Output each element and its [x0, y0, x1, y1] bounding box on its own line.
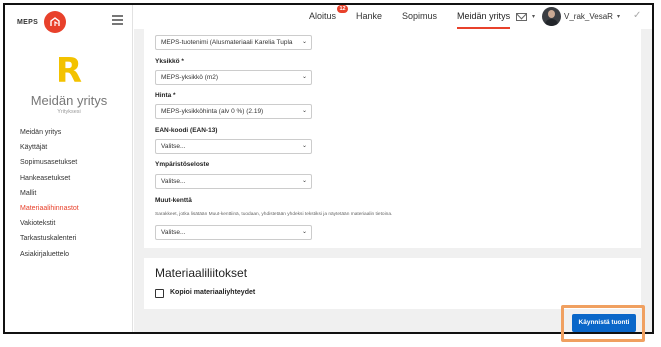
unit-label: Yksikkö *: [155, 58, 184, 65]
tab-sopimus[interactable]: Sopimus: [402, 5, 437, 29]
chevron-down-icon: ⌄: [301, 178, 307, 184]
mail-icon[interactable]: [516, 13, 527, 21]
username[interactable]: V_rak_VesaR: [564, 12, 613, 21]
column-mapping-card: MEPS-tuotenimi (Alusmateriaali Karelia T…: [144, 29, 641, 248]
environment-value: Valitse...: [161, 178, 186, 185]
attachments-card: Materiaaliliitokset Kopioi materiaaliyht…: [144, 258, 641, 309]
user-menu-chevron-icon[interactable]: ▾: [617, 13, 620, 20]
notification-badge: 12: [337, 5, 349, 13]
ean-select[interactable]: Valitse... ⌄: [155, 139, 312, 154]
top-nav: Aloitus 12 Hanke Sopimus Meidän yritys: [309, 5, 530, 29]
ean-label: EAN-koodi (EAN-13): [155, 127, 218, 134]
environment-label: Ympäristöseloste: [155, 161, 210, 168]
sidebar-item-asiakirjaluettelo[interactable]: Asiakirjaluettelo: [20, 247, 79, 262]
price-select[interactable]: MEPS-yksikköhinta (alv 0 %) (2.19) ⌄: [155, 104, 312, 119]
logo-icon: [44, 11, 67, 33]
tab-aloitus-label: Aloitus: [309, 11, 337, 21]
tab-meidan-yritys[interactable]: Meidän yritys: [457, 5, 511, 29]
custom-field-label: Muut-kenttä: [155, 197, 192, 204]
sidebar-item-mallit[interactable]: Mallit: [20, 186, 79, 201]
unit-select[interactable]: MEPS-yksikkö (m2) ⌄: [155, 70, 312, 85]
sidebar-item-sopimusasetukset[interactable]: Sopimusasetukset: [20, 155, 79, 170]
sidebar-item-kayttajat[interactable]: Käyttäjät: [20, 140, 79, 155]
mail-dropdown-chevron-icon[interactable]: ▾: [532, 13, 535, 20]
custom-field-value: Valitse...: [161, 229, 186, 236]
sidebar-item-vakiotekstit[interactable]: Vakiotekstit: [20, 216, 79, 231]
company-name: Meidän yritys: [30, 93, 108, 108]
product-name-select[interactable]: MEPS-tuotenimi (Alusmateriaali Karelia T…: [155, 35, 312, 50]
chevron-down-icon: ⌄: [301, 39, 307, 45]
unit-value: MEPS-yksikkö (m2): [161, 74, 219, 81]
main-content: MEPS-tuotenimi (Alusmateriaali Karelia T…: [134, 29, 652, 332]
chevron-down-icon: ⌄: [301, 74, 307, 80]
sidebar-item-hankeasetukset[interactable]: Hankeasetukset: [20, 171, 79, 186]
top-bar: Aloitus 12 Hanke Sopimus Meidän yritys ▾…: [133, 5, 652, 29]
sidebar-item-meidan-yritys[interactable]: Meidän yritys: [20, 125, 79, 140]
custom-field-hint: Sarakkeet, jotka lisätään Muut-kenttiinä…: [155, 212, 393, 217]
tab-aloitus[interactable]: Aloitus 12: [309, 5, 349, 29]
chevron-down-icon: ⌄: [301, 229, 307, 235]
price-label: Hinta *: [155, 92, 176, 99]
price-value: MEPS-yksikköhinta (alv 0 %) (2.19): [161, 108, 264, 115]
company-subtitle: Yrityksesi: [57, 109, 81, 115]
custom-field-select[interactable]: Valitse... ⌄: [155, 225, 312, 240]
tab-hanke[interactable]: Hanke: [356, 5, 382, 29]
environment-select[interactable]: Valitse... ⌄: [155, 174, 312, 189]
sidebar-item-materiaalihinnastot[interactable]: Materiaalihinnastot: [20, 201, 79, 216]
chevron-down-icon: ⌄: [301, 143, 307, 149]
app-logo[interactable]: MEPS: [17, 11, 67, 33]
check-icon[interactable]: ✓: [633, 10, 641, 21]
menu-icon[interactable]: [112, 15, 123, 27]
logo-text: MEPS: [17, 18, 39, 26]
attachments-title: Materiaaliliitokset: [155, 266, 248, 280]
sidebar-item-tarkastuskalenteri[interactable]: Tarkastuskalenteri: [20, 231, 79, 246]
sidebar: MEPS R Meidän yritys Yrityksesi Meidän y…: [5, 5, 133, 332]
company-logo-letter: R: [55, 51, 83, 91]
copy-links-checkbox[interactable]: [155, 289, 164, 298]
sidebar-nav: Meidän yritys Käyttäjät Sopimusasetukset…: [20, 125, 79, 262]
start-import-button[interactable]: Käynnistä tuonti: [572, 314, 636, 332]
ean-value: Valitse...: [161, 143, 186, 150]
avatar[interactable]: [542, 7, 561, 26]
app-window: MEPS R Meidän yritys Yrityksesi Meidän y…: [3, 3, 654, 334]
chevron-down-icon: ⌄: [301, 108, 307, 114]
copy-links-label[interactable]: Kopioi materiaaliyhteydet: [170, 289, 255, 296]
product-name-value: MEPS-tuotenimi (Alusmateriaali Karelia T…: [161, 39, 293, 46]
